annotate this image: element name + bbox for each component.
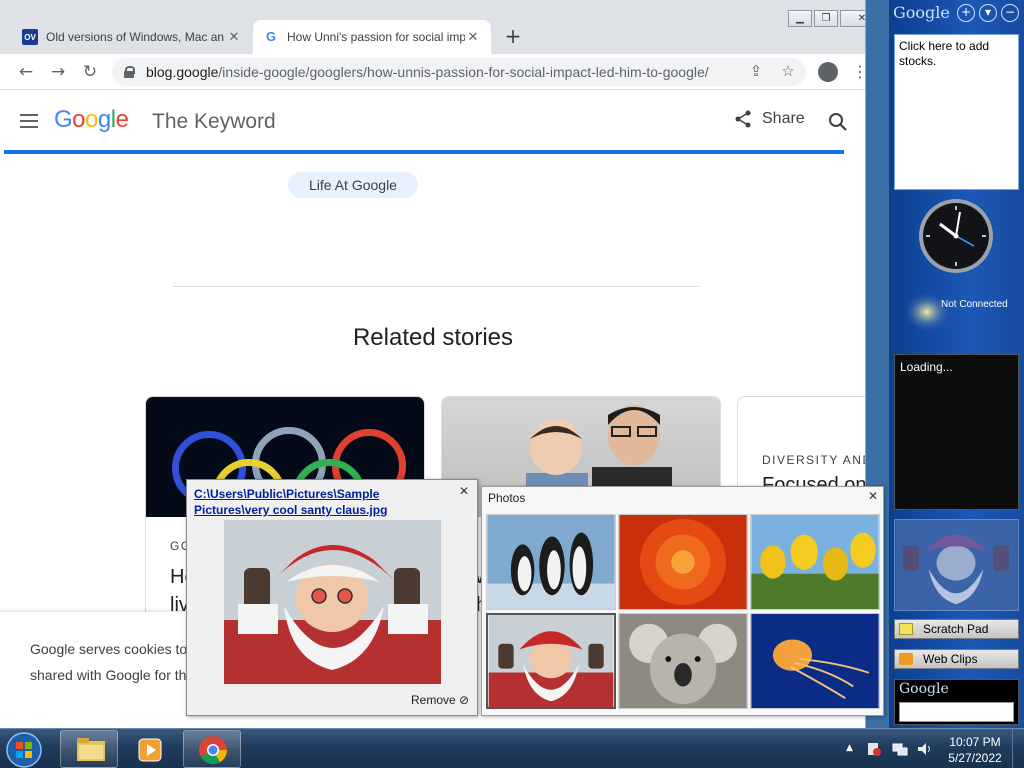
google-logo[interactable]: Google — [54, 106, 129, 134]
card-category: DIVERSITY AND — [762, 453, 866, 467]
remove-button[interactable]: Remove ⊘ — [411, 693, 469, 707]
media-player-taskbar-button[interactable] — [122, 730, 180, 768]
browser-menu-icon[interactable]: ⋮ — [852, 62, 865, 82]
chrome-taskbar-button[interactable] — [183, 730, 241, 768]
tab-close-icon[interactable]: ✕ — [465, 29, 481, 45]
start-button-icon[interactable] — [4, 731, 44, 768]
url-path: /inside-google/googlers/how-unnis-passio… — [218, 64, 709, 80]
share-icon — [735, 110, 751, 128]
web-clips-label: Web Clips — [923, 652, 978, 666]
add-gadget-icon[interactable]: + — [957, 4, 975, 22]
note-icon — [899, 623, 913, 635]
sidebar-search-input[interactable] — [899, 702, 1014, 722]
tab-strip: OV Old versions of Windows, Mac an ✕ G H… — [0, 0, 865, 54]
clock-date: 5/27/2022 — [948, 751, 1002, 765]
taskbar-clock[interactable]: 10:07 PM 5/27/2022 — [944, 734, 1006, 766]
taskbar: ▲ 10:07 PM 5/27/2022 — [0, 728, 1024, 768]
chrome-icon — [199, 736, 227, 764]
remove-label: Remove — [411, 693, 456, 707]
section-divider — [172, 286, 699, 287]
remove-icon: ⊘ — [459, 693, 470, 707]
url-host: blog.google — [146, 64, 219, 80]
tray-expand-icon[interactable]: ▲ — [846, 743, 853, 753]
sidebar-brand[interactable]: Google — [893, 3, 950, 22]
analog-clock-icon — [919, 199, 993, 273]
thumbnail-jellyfish[interactable] — [750, 613, 880, 709]
tab-close-icon[interactable]: ✕ — [226, 29, 242, 45]
share-page-icon[interactable]: ⇪ — [746, 62, 766, 80]
action-center-icon[interactable] — [866, 741, 882, 757]
browser-toolbar: ← → ↻ blog.google /inside-google/googler… — [0, 54, 865, 90]
stocks-gadget[interactable]: Click here to add stocks. — [894, 34, 1019, 190]
cookie-text: Google serves cookies to shared with Goog… — [30, 641, 195, 683]
media-player-icon — [138, 738, 162, 762]
thumbnail-penguins[interactable] — [486, 514, 616, 610]
window-controls: ▁ ❐ ✕ — [788, 10, 865, 27]
photos-close-icon[interactable]: ✕ — [868, 489, 878, 503]
thumbnail-chrysanthemum[interactable] — [618, 514, 748, 610]
popup-close-icon[interactable]: ✕ — [459, 484, 469, 498]
google-search-gadget: Google — [894, 679, 1019, 725]
network-status-label: Not Connected — [941, 299, 1008, 310]
address-bar[interactable]: blog.google /inside-google/googlers/how-… — [112, 58, 806, 86]
folder-icon — [77, 738, 105, 761]
tab-old-versions[interactable]: OV Old versions of Windows, Mac an ✕ — [12, 20, 252, 54]
thumbnail-santa[interactable] — [486, 613, 616, 709]
tab-label: How Unni's passion for social imp — [287, 30, 465, 44]
site-header: Google The Keyword Share — [0, 90, 865, 154]
share-button[interactable]: Share — [734, 110, 805, 128]
rss-icon — [899, 653, 913, 665]
search-button[interactable] — [828, 112, 848, 136]
window-close-icon[interactable]: ✕ — [840, 10, 865, 27]
sidebar-photo-gadget[interactable] — [894, 519, 1019, 611]
web-clips-button[interactable]: Web Clips — [894, 649, 1019, 669]
clock-time: 10:07 PM — [949, 735, 1001, 749]
forward-arrow-icon[interactable]: → — [46, 60, 70, 84]
photos-gadget: Photos ✕ — [481, 486, 884, 716]
minimize-icon[interactable]: ▁ — [788, 10, 812, 27]
back-arrow-icon[interactable]: ← — [14, 60, 38, 84]
hamburger-menu-icon[interactable] — [20, 114, 38, 128]
photo-preview-popup: C:\Users\Public\Pictures\Sample Pictures… — [186, 479, 478, 716]
network-status-icon — [903, 292, 951, 332]
google-desktop-sidebar: Google + ▾ − Click here to add stocks. N… — [889, 0, 1024, 728]
explorer-taskbar-button[interactable] — [60, 730, 118, 768]
thumbnail-koala[interactable] — [618, 613, 748, 709]
photos-title: Photos — [488, 491, 526, 505]
reading-progress-bar — [4, 150, 844, 154]
tab-unni-article[interactable]: G How Unni's passion for social imp ✕ — [253, 20, 491, 54]
reload-icon[interactable]: ↻ — [78, 60, 102, 84]
maximize-icon[interactable]: ❐ — [814, 10, 838, 27]
new-tab-icon[interactable]: + — [503, 26, 523, 46]
santa-photo — [224, 520, 441, 684]
scratch-pad-button[interactable]: Scratch Pad — [894, 619, 1019, 639]
share-label: Share — [762, 110, 805, 127]
tag-chip[interactable]: Life At Google — [288, 172, 418, 198]
profile-avatar-icon[interactable] — [818, 62, 838, 82]
scratch-pad-label: Scratch Pad — [923, 622, 989, 636]
thumbnail-tulips[interactable] — [750, 514, 880, 610]
loading-gadget: Loading... — [894, 354, 1019, 510]
sidebar-menu-icon[interactable]: ▾ — [979, 4, 997, 22]
site-title[interactable]: The Keyword — [152, 110, 276, 134]
show-desktop-button[interactable] — [1012, 729, 1024, 768]
tab-label: Old versions of Windows, Mac an — [46, 30, 225, 44]
lock-icon[interactable] — [124, 66, 135, 78]
sidebar-minimize-icon[interactable]: − — [1001, 4, 1019, 22]
google-favicon-icon: G — [265, 29, 277, 44]
volume-icon[interactable] — [916, 741, 932, 757]
related-stories-heading: Related stories — [352, 324, 514, 351]
oldversion-favicon-icon: OV — [22, 29, 38, 45]
bookmark-star-icon[interactable]: ☆ — [778, 62, 798, 80]
search-icon — [829, 113, 847, 131]
search-brand: Google — [899, 681, 949, 697]
network-icon[interactable] — [892, 741, 908, 757]
photo-file-link[interactable]: C:\Users\Public\Pictures\Sample Pictures… — [194, 486, 456, 518]
